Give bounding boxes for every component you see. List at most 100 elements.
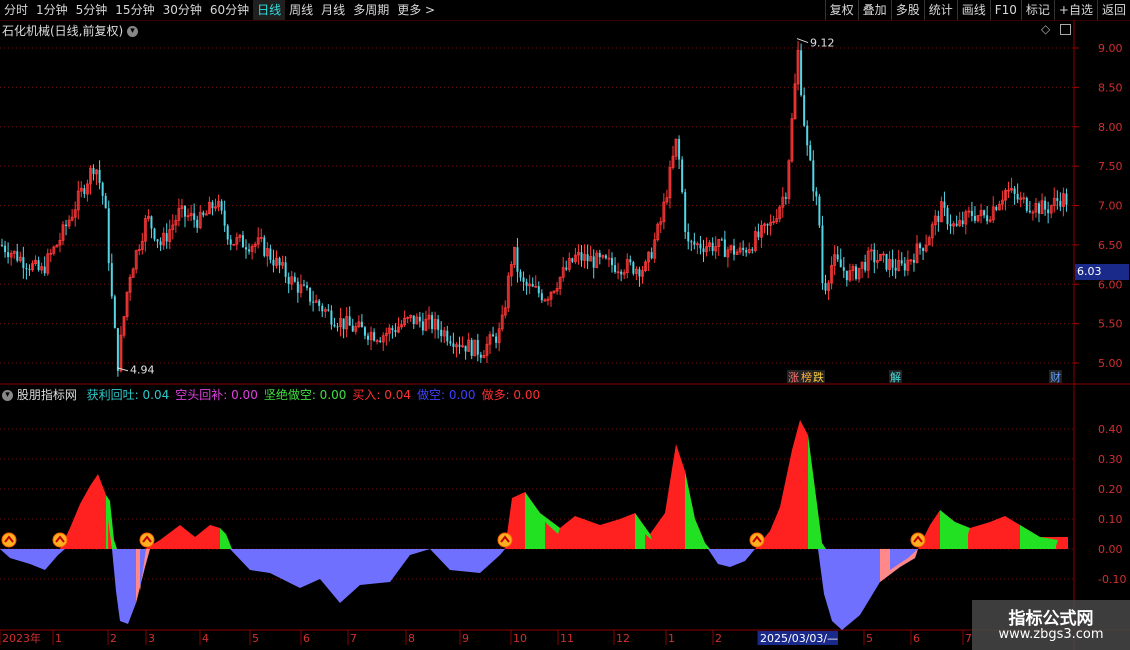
candle-body [193,213,196,220]
candle-body [903,263,906,271]
last-price-marker: 6.03 [1075,264,1129,280]
price-tick-label-3: 7.50 [1098,160,1123,173]
candle-body [92,168,95,175]
candle-body [961,220,964,225]
indicator-tick-label-3: 0.10 [1098,513,1123,526]
x-axis-label-14: 2 [715,632,722,645]
candle-body [245,247,247,250]
candle-body [248,249,251,252]
event-tag-1: 榜 [801,370,812,384]
profit-take-area [220,528,232,549]
x-axis-label-13: 1 [668,632,675,645]
collapse-icon[interactable]: ▾ [2,390,13,401]
candle-body [229,239,232,245]
indicator-name: 股朋指标网 [16,388,77,402]
indicator-line-0: 获利回吐: 0.04 [86,388,170,402]
candle-body [592,256,595,268]
candle-body [476,340,479,355]
candle-body [418,316,421,322]
candle-body [150,216,153,229]
price-tick-label-1: 8.50 [1098,81,1123,94]
candle-body [818,196,821,226]
candle-body [287,276,290,285]
candle-body [351,325,354,332]
candle-body [107,208,110,264]
candle-body [723,239,726,257]
candle-body [742,247,745,251]
candle-body [919,243,922,249]
candle-body [437,319,440,330]
candle-body [699,243,702,249]
candle-body [855,266,857,279]
candle-body [519,271,522,278]
candle-body [949,224,952,227]
x-axis-label-7: 7 [350,632,357,645]
candle-body [614,265,617,273]
profit-take-area [940,510,970,549]
candle-body [806,125,809,146]
candle-body [202,212,205,216]
x-axis-label-10: 10 [513,632,527,645]
candle-body [800,50,803,96]
candle-body [7,252,10,258]
candle-body [470,339,473,356]
candle-body [891,259,894,268]
candle-body [650,252,653,259]
kline-chart[interactable]: 9.00 8.50 8.00 7.50 7.00 6.50 6.00 5.50 5.00 0.40… [0,0,1130,650]
candle-body [165,233,168,242]
candle-body [873,249,876,263]
candle-body [321,305,324,312]
price-tick-label-6: 6.00 [1098,278,1123,291]
candle-body [184,205,186,217]
indicator-line-4: 做空: 0.00 [416,388,476,402]
candle-body [693,241,696,245]
event-tag-0: 涨 [788,371,799,384]
candle-body [327,309,330,311]
price-tick-label-4: 7.00 [1098,200,1123,213]
candle-body [1025,197,1028,211]
indicator-tick-label-4: 0.00 [1098,543,1123,556]
candle-body [263,237,266,256]
candle-body [296,281,299,293]
candle-body [922,248,925,251]
buy-signal-icon [139,532,155,548]
x-axis-label-2: 2 [110,632,117,645]
candle-body [955,223,958,226]
price-tick-label-0: 9.00 [1098,42,1123,55]
candle-body [864,262,867,271]
x-axis-label-16: 5 [866,632,873,645]
x-axis-label-12: 12 [616,632,630,645]
candle-body [159,241,162,246]
high-pointer [796,38,809,44]
candle-body [632,262,635,274]
short-area [708,549,755,567]
candle-body [116,328,119,371]
candle-body [211,202,214,209]
candle-body [580,252,583,261]
buy-signal-icon [52,532,68,548]
candle-body [113,296,116,329]
candle-body [598,252,601,258]
high-label: 9.12 [810,37,835,50]
candle-body [611,258,613,266]
candle-body [516,247,519,272]
candle-body [629,259,632,263]
profit-take-area [685,471,710,549]
candle-body [220,201,223,211]
candle-body [318,300,321,306]
watermark-title: 指标公式网 [1008,609,1094,629]
short-area [112,549,150,624]
x-axis-label-1: 1 [55,632,62,645]
candle-body [604,255,607,259]
candle-body [464,345,467,352]
candle-body [28,268,31,270]
buy-signal-icon [1,532,17,548]
indicator-tick-label-0: 0.40 [1098,423,1123,436]
x-axis-label-8: 8 [408,632,415,645]
price-tick-label-7: 5.50 [1098,318,1123,331]
candle-body [620,271,623,275]
candle-body [1013,188,1016,194]
candle-body [302,284,305,286]
candle-body [367,335,369,340]
candle-body [565,267,568,270]
